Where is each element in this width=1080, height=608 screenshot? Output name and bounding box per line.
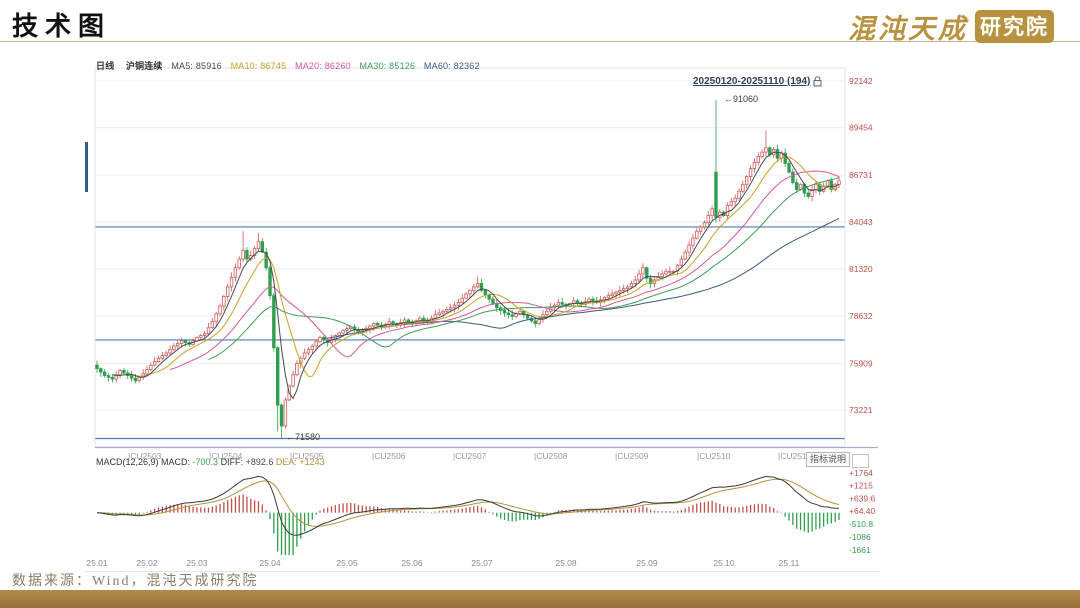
svg-text:25.01: 25.01 xyxy=(86,558,108,568)
footer-bar xyxy=(0,590,1080,608)
legend-segment: MACD(12,26,9) xyxy=(96,457,161,467)
svg-text:75909: 75909 xyxy=(849,358,873,368)
legend-segment: MA20: 86260 xyxy=(295,61,353,71)
kline-legend: 日线 沪铜连续 MA5: 85916 MA10: 86745 MA20: 862… xyxy=(96,59,486,72)
svg-text:25.03: 25.03 xyxy=(186,558,208,568)
data-source: 数据来源：Wind，混沌天成研究院 xyxy=(12,570,259,590)
svg-text:25.02: 25.02 xyxy=(136,558,158,568)
legend-segment: MA10: 86745 xyxy=(231,61,289,71)
svg-text:25.09: 25.09 xyxy=(636,558,658,568)
svg-text:|CU2506: |CU2506 xyxy=(372,451,406,461)
svg-text:+639.6: +639.6 xyxy=(849,493,876,503)
svg-text:84043: 84043 xyxy=(849,217,873,227)
svg-text:25.11: 25.11 xyxy=(779,558,800,568)
svg-text:25.10: 25.10 xyxy=(713,558,735,568)
chart-canvas[interactable]: 92142 89454 86731 84043 81320 78632 75909 73221… xyxy=(85,54,881,576)
legend-segment: 沪铜连续 xyxy=(126,61,166,71)
axis-labels-layer: |CU2503|CU2504|CU2505|CU2506|CU2507|CU25… xyxy=(86,451,811,568)
svg-text:|CU2509: |CU2509 xyxy=(615,451,649,461)
brand-logo-badge: 研究院 xyxy=(975,10,1054,43)
legend-segment: 日线 xyxy=(96,61,120,71)
report-page: 技术图 混沌天成 研究院 92142 89454 86731 84043 81320 78… xyxy=(0,0,1080,608)
svg-text:-510.8: -510.8 xyxy=(849,519,873,529)
svg-text:-1661: -1661 xyxy=(849,545,871,555)
svg-text:25.04: 25.04 xyxy=(259,558,281,568)
svg-text:+1215: +1215 xyxy=(849,480,873,490)
grid-layer: 92142 89454 86731 84043 81320 78632 75909 73221 xyxy=(85,68,880,572)
page-title: 技术图 xyxy=(12,6,111,43)
svg-text:|CU2510: |CU2510 xyxy=(697,451,731,461)
date-range-label: 20250120-20251110 (194) xyxy=(693,76,810,87)
legend-segment: +1243 xyxy=(299,457,324,467)
svg-text:25.05: 25.05 xyxy=(336,558,358,568)
svg-text:78632: 78632 xyxy=(849,311,873,321)
date-range-link[interactable]: 20250120-20251110 (194) xyxy=(693,76,822,87)
indicator-help-button[interactable]: 指标说明 xyxy=(806,452,850,467)
legend-segment: DEA: xyxy=(276,457,300,467)
svg-text:25.08: 25.08 xyxy=(555,558,577,568)
svg-text:89454: 89454 xyxy=(849,123,873,133)
svg-text:86731: 86731 xyxy=(849,170,873,180)
lock-icon[interactable] xyxy=(813,76,822,87)
macd-layer xyxy=(97,476,839,566)
legend-segment: DIFF: xyxy=(221,457,246,467)
svg-text:25.06: 25.06 xyxy=(401,558,423,568)
svg-text:-1086: -1086 xyxy=(849,532,871,542)
svg-text:81320: 81320 xyxy=(849,264,873,274)
legend-segment: MACD: xyxy=(161,457,193,467)
legend-segment: MA60: 82362 xyxy=(424,61,480,71)
legend-segment: MA30: 85126 xyxy=(359,61,417,71)
svg-text:92142: 92142 xyxy=(849,76,873,86)
svg-text:|CU2508: |CU2508 xyxy=(534,451,568,461)
low-annotation: ←71580 xyxy=(286,432,320,442)
brand-logo-text: 混沌天成 xyxy=(848,7,968,46)
legend-segment: +892.6 xyxy=(246,457,276,467)
brand-logo: 混沌天成 研究院 xyxy=(848,7,1054,46)
svg-text:+64.40: +64.40 xyxy=(849,506,876,516)
axis-highlight-mark xyxy=(85,142,88,192)
high-annotation: ←91060 xyxy=(724,94,758,104)
axis-corner-box xyxy=(852,454,869,468)
macd-legend: MACD(12,26,9) MACD: -700.3 DIFF: +892.6 … xyxy=(96,457,325,467)
svg-text:73221: 73221 xyxy=(849,405,873,415)
legend-segment: -700.3 xyxy=(193,457,221,467)
chart-container: 92142 89454 86731 84043 81320 78632 75909 73221… xyxy=(85,54,881,576)
legend-segment: MA5: 85916 xyxy=(171,61,224,71)
svg-text:25.07: 25.07 xyxy=(471,558,493,568)
svg-text:|CU2507: |CU2507 xyxy=(453,451,487,461)
svg-text:+1764: +1764 xyxy=(849,468,873,478)
